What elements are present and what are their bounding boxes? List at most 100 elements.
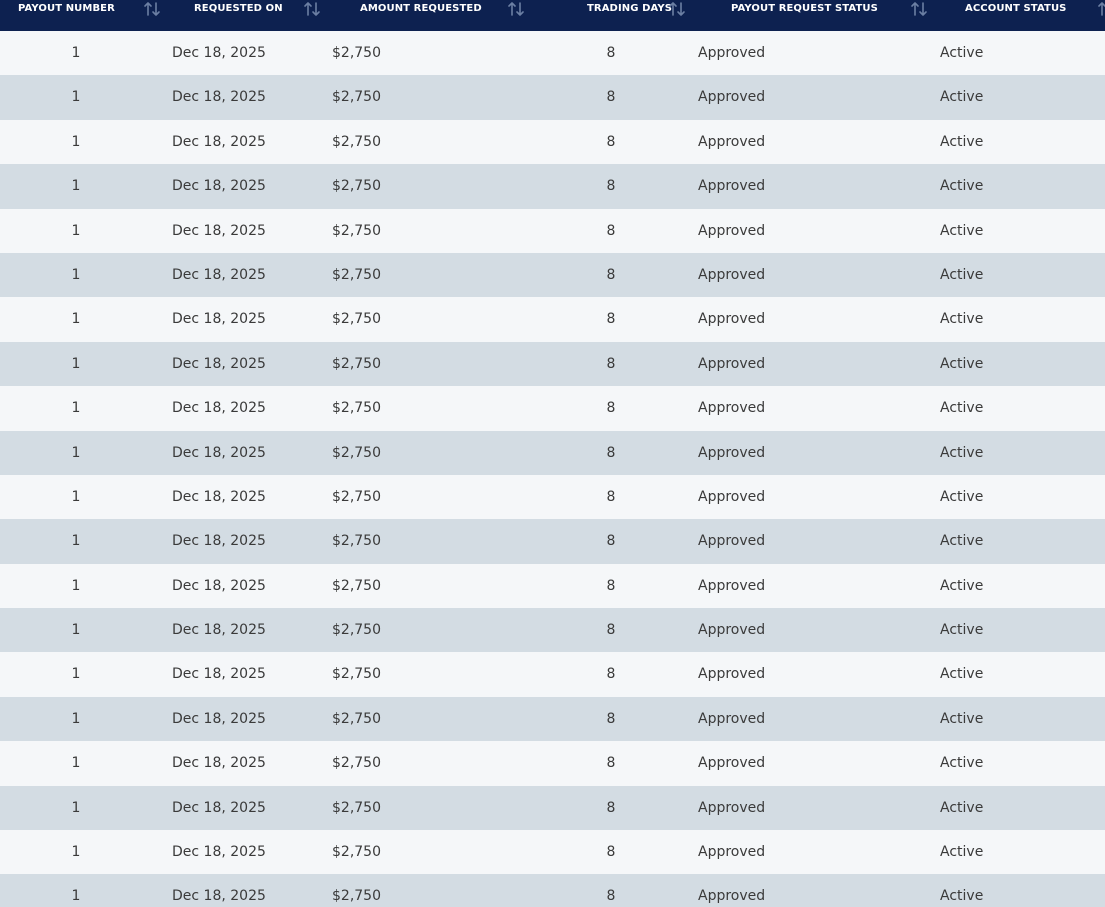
sort-arrows-icon[interactable] [668,0,686,18]
cell-payout-request-status: Approved [698,133,766,150]
cell-amount-requested: $2,750 [332,799,381,816]
cell-trading-days: 8 [606,266,616,283]
cell-requested-on: Dec 18, 2025 [172,400,266,417]
cell-requested-on: Dec 18, 2025 [172,622,266,639]
cell-trading-days: 8 [606,755,616,772]
cell-trading-days: 8 [606,133,616,150]
column-header-payout-number[interactable]: PAYOUT NUMBER [18,0,115,31]
cell-payout-number: 1 [71,400,81,417]
cell-trading-days: 8 [606,222,616,239]
cell-account-status: Active [940,710,984,727]
cell-payout-request-status: Approved [698,577,766,594]
cell-requested-on: Dec 18, 2025 [172,222,266,239]
cell-amount-requested: $2,750 [332,178,381,195]
cell-amount-requested: $2,750 [332,577,381,594]
table-row: 1 Dec 18, 2025 $2,750 8 Approved Active [0,119,1105,165]
cell-account-status: Active [940,266,984,283]
cell-payout-request-status: Approved [698,400,766,417]
cell-payout-number: 1 [71,355,81,372]
cell-payout-number: 1 [71,710,81,727]
cell-amount-requested: $2,750 [332,666,381,683]
cell-trading-days: 8 [606,799,616,816]
table-row: 1 Dec 18, 2025 $2,750 8 Approved Active [0,164,1105,209]
cell-account-status: Active [940,577,984,594]
cell-payout-number: 1 [71,45,81,61]
cell-requested-on: Dec 18, 2025 [172,799,266,816]
cell-amount-requested: $2,750 [332,133,381,150]
cell-requested-on: Dec 18, 2025 [172,178,266,195]
cell-payout-number: 1 [71,178,81,195]
cell-requested-on: Dec 18, 2025 [172,888,266,905]
sort-arrows-icon[interactable] [1097,0,1105,18]
cell-payout-request-status: Approved [698,622,766,639]
cell-payout-number: 1 [71,222,81,239]
cell-amount-requested: $2,750 [332,222,381,239]
cell-payout-request-status: Approved [698,355,766,372]
cell-requested-on: Dec 18, 2025 [172,45,266,61]
cell-trading-days: 8 [606,844,616,861]
column-header-amount-requested[interactable]: AMOUNT REQUESTED [360,0,482,31]
cell-payout-number: 1 [71,311,81,328]
cell-account-status: Active [940,799,984,816]
table-row: 1 Dec 18, 2025 $2,750 8 Approved Active [0,297,1105,342]
table-row: 1 Dec 18, 2025 $2,750 8 Approved Active [0,75,1105,120]
cell-requested-on: Dec 18, 2025 [172,533,266,550]
cell-payout-number: 1 [71,799,81,816]
table-row: 1 Dec 18, 2025 $2,750 8 Approved Active [0,386,1105,431]
table-row: 1 Dec 18, 2025 $2,750 8 Approved Active [0,430,1105,475]
cell-requested-on: Dec 18, 2025 [172,577,266,594]
sort-arrows-icon[interactable] [143,0,161,18]
cell-amount-requested: $2,750 [332,444,381,461]
cell-trading-days: 8 [606,355,616,372]
cell-payout-request-status: Approved [698,844,766,861]
cell-payout-request-status: Approved [698,222,766,239]
cell-payout-number: 1 [71,133,81,150]
table-row: 1 Dec 18, 2025 $2,750 8 Approved Active [0,608,1105,653]
column-header-account-status[interactable]: ACCOUNT STATUS [965,0,1066,31]
cell-payout-number: 1 [71,89,81,106]
cell-requested-on: Dec 18, 2025 [172,666,266,683]
cell-payout-request-status: Approved [698,45,766,61]
cell-payout-request-status: Approved [698,488,766,505]
sort-arrows-icon[interactable] [303,0,321,18]
table-row: 1 Dec 18, 2025 $2,750 8 Approved Active [0,652,1105,697]
cell-amount-requested: $2,750 [332,311,381,328]
cell-requested-on: Dec 18, 2025 [172,710,266,727]
cell-requested-on: Dec 18, 2025 [172,844,266,861]
cell-payout-number: 1 [71,533,81,550]
cell-payout-request-status: Approved [698,266,766,283]
sort-arrows-icon[interactable] [507,0,525,18]
cell-trading-days: 8 [606,488,616,505]
cell-amount-requested: $2,750 [332,844,381,861]
table-row: 1 Dec 18, 2025 $2,750 8 Approved Active [0,830,1105,875]
cell-payout-number: 1 [71,577,81,594]
column-header-trading-days[interactable]: TRADING DAYS [587,0,672,31]
cell-trading-days: 8 [606,622,616,639]
cell-account-status: Active [940,666,984,683]
cell-trading-days: 8 [606,577,616,594]
cell-amount-requested: $2,750 [332,45,381,61]
column-header-payout-request-status[interactable]: PAYOUT REQUEST STATUS [731,0,878,31]
cell-trading-days: 8 [606,89,616,106]
cell-trading-days: 8 [606,888,616,905]
table-body: 1 Dec 18, 2025 $2,750 8 Approved Active 1 Dec 1… [0,31,1105,907]
cell-payout-request-status: Approved [698,888,766,905]
cell-trading-days: 8 [606,444,616,461]
column-header-requested-on[interactable]: REQUESTED ON [194,0,283,31]
cell-trading-days: 8 [606,666,616,683]
sort-arrows-icon[interactable] [910,0,928,18]
cell-requested-on: Dec 18, 2025 [172,266,266,283]
cell-account-status: Active [940,45,984,61]
cell-account-status: Active [940,133,984,150]
table-row: 1 Dec 18, 2025 $2,750 8 Approved Active [0,563,1105,609]
cell-payout-request-status: Approved [698,444,766,461]
cell-payout-request-status: Approved [698,89,766,106]
cell-account-status: Active [940,178,984,195]
cell-amount-requested: $2,750 [332,533,381,550]
cell-amount-requested: $2,750 [332,888,381,905]
cell-payout-number: 1 [71,844,81,861]
cell-payout-request-status: Approved [698,755,766,772]
cell-account-status: Active [940,222,984,239]
cell-amount-requested: $2,750 [332,755,381,772]
cell-account-status: Active [940,844,984,861]
